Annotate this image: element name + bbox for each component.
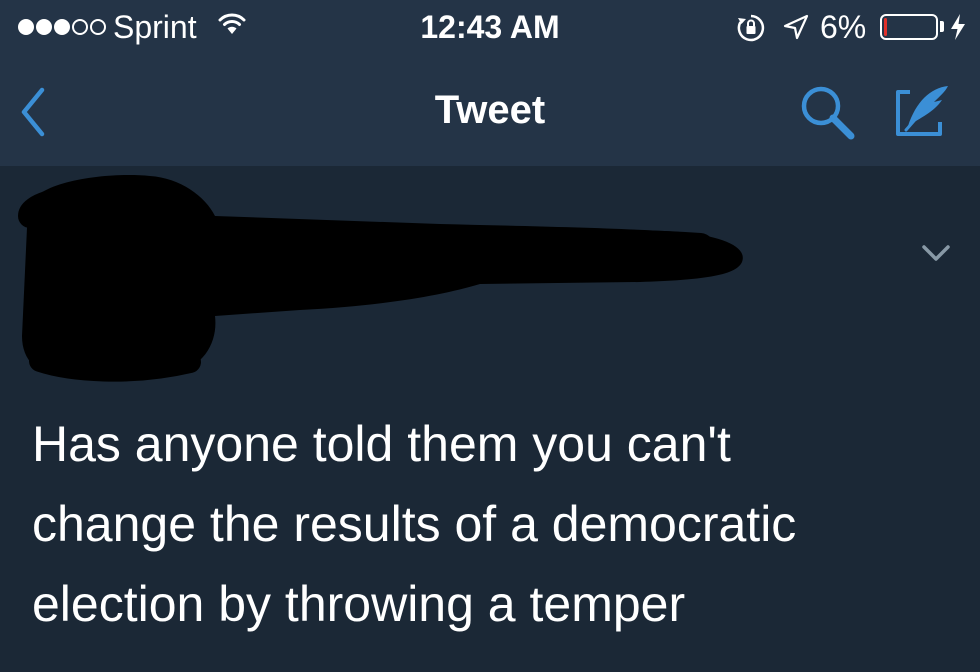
status-bar: Sprint 12:43 AM 6% [0, 0, 980, 56]
location-arrow-icon [783, 14, 809, 40]
signal-dot-empty [90, 19, 106, 35]
battery-icon [880, 14, 938, 40]
charging-bolt-icon [951, 14, 965, 40]
tweet-content: Has anyone told them you can't change th… [0, 166, 980, 672]
page-title: Tweet [434, 88, 546, 132]
signal-dot-filled [54, 19, 70, 35]
rotation-lock-icon [737, 14, 765, 42]
chevron-left-icon [21, 87, 45, 137]
status-time: 12:43 AM [420, 9, 560, 45]
back-button[interactable] [14, 84, 54, 140]
signal-dot-filled [18, 19, 34, 35]
signal-dot-filled [36, 19, 52, 35]
chevron-down-icon [922, 245, 950, 261]
app-header: Sprint 12:43 AM 6% Tweet [0, 0, 980, 166]
carrier-name: Sprint [113, 9, 197, 45]
compose-quill-icon [896, 86, 948, 136]
redacted-author-scribble [18, 175, 743, 382]
tweet-detail-screen: Sprint 12:43 AM 6% Tweet Has anyone told… [0, 0, 980, 672]
search-icon [801, 86, 855, 140]
search-button[interactable] [798, 84, 858, 142]
battery-level-fill [884, 18, 887, 36]
battery-tip [940, 21, 944, 32]
wifi-icon [218, 13, 246, 34]
battery-percent: 6% [820, 9, 867, 45]
navigation-bar: Tweet [0, 56, 980, 166]
compose-button[interactable] [890, 82, 954, 140]
tweet-menu-button[interactable] [918, 240, 954, 266]
signal-dot-empty [72, 19, 88, 35]
tweet-text: Has anyone told them you can't change th… [32, 416, 797, 632]
